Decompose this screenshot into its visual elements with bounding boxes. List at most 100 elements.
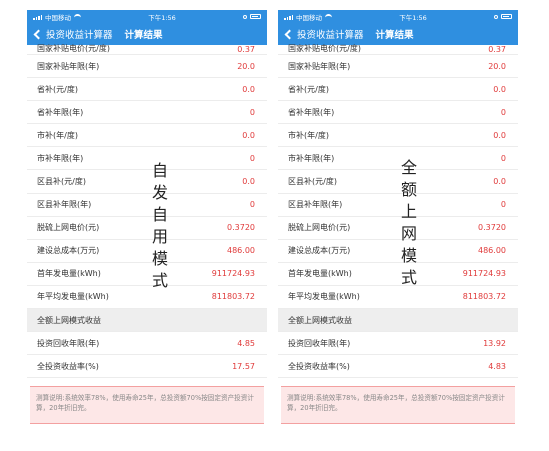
row-value: 0: [249, 200, 255, 210]
section-header: 全额上网模式收益: [27, 309, 267, 333]
row-value: 0.0: [493, 84, 506, 94]
row-label: 建设总成本(万元): [37, 246, 100, 256]
chevron-left-icon: [33, 29, 44, 39]
row-label: 年平均发电量(kWh): [288, 292, 360, 302]
row-value: 0.37: [488, 45, 506, 54]
calculation-note: 测算说明:系统效率78%，使用寿命25年，总投资额70%按固定资产投资计算，20…: [30, 386, 264, 425]
row-value: 13.92: [483, 338, 506, 348]
row-label: 全投资收益率(%): [37, 361, 99, 371]
row-label: 脱硫上网电价(元): [288, 223, 351, 233]
section-header: 全额上网模式收益: [278, 309, 518, 333]
back-label: 投资收益计算器: [297, 30, 364, 41]
result-row: 市补(年/度) 0.0: [27, 124, 267, 148]
back-button[interactable]: 投资收益计算器: [33, 27, 113, 41]
row-label: 首年发电量(kWh): [37, 269, 101, 279]
result-row: 首年发电量(kWh) 911724.93: [278, 262, 518, 286]
row-label: 市补(年/度): [288, 130, 329, 140]
result-row: 市补年限(年) 0: [27, 147, 267, 171]
row-value: 20.0: [488, 61, 506, 71]
back-button[interactable]: 投资收益计算器: [284, 27, 364, 41]
row-label: 国家补贴电价(元/度): [37, 44, 110, 53]
overlay-char: 用: [151, 227, 168, 246]
row-label: 投资回收年限(年): [288, 338, 351, 348]
result-row: 建设总成本(万元) 486.00: [278, 239, 518, 263]
row-label: 投资回收年限(年): [37, 338, 100, 348]
row-label: 脱硫上网电价(元): [37, 223, 100, 233]
overlay-label-full-grid-mode: 全 额 上 网 模 式: [399, 157, 419, 289]
result-row: 国家补贴年限(年) 20.0: [27, 55, 267, 79]
row-label: 首年发电量(kWh): [288, 269, 352, 279]
wifi-icon: [325, 14, 332, 19]
result-row: 区县补年限(年) 0: [27, 193, 267, 217]
result-row: 区县补年限(年) 0: [278, 193, 518, 217]
row-label: 市补(年/度): [37, 130, 78, 140]
row-label: 区县补(元/度): [288, 177, 337, 187]
overlay-char: 模: [400, 246, 417, 265]
wifi-icon: [74, 14, 81, 19]
overlay-char: 式: [400, 268, 417, 287]
result-row: 建设总成本(万元) 486.00: [27, 239, 267, 263]
row-value: 0: [500, 153, 506, 163]
overlay-char: 额: [400, 180, 417, 199]
location-icon: [242, 14, 247, 19]
row-value: 0.0: [493, 130, 506, 140]
row-value: 0: [500, 107, 506, 117]
overlay-char: 自: [151, 205, 168, 224]
row-value: 486.00: [227, 246, 255, 256]
row-value: 4.85: [237, 338, 255, 348]
row-label: 区县补年限(年): [37, 200, 92, 210]
result-row: 国家补贴电价(元/度) 0.37: [278, 44, 518, 55]
row-label: 市补年限(年): [288, 153, 335, 163]
result-row: 国家补贴电价(元/度) 0.37: [27, 44, 267, 55]
row-value: 0: [249, 107, 255, 117]
section-title: 全额上网模式收益: [37, 315, 101, 325]
row-value: 911724.93: [211, 269, 255, 279]
result-row: 脱硫上网电价(元) 0.3720: [278, 216, 518, 240]
row-label: 区县补年限(年): [288, 200, 343, 210]
carrier-label: 中国移动: [45, 13, 71, 22]
result-row: 省补(元/度) 0.0: [278, 78, 518, 102]
chevron-left-icon: [284, 29, 295, 39]
overlay-char: 模: [151, 249, 168, 268]
result-row: 年平均发电量(kWh) 811803.72: [278, 285, 518, 310]
row-value: 811803.72: [462, 292, 506, 302]
row-value: 4.83: [488, 361, 506, 371]
page-title: 计算结果: [124, 30, 163, 41]
row-value: 0.0: [242, 130, 255, 140]
result-row: 脱硫上网电价(元) 0.3720: [27, 216, 267, 240]
page-title: 计算结果: [375, 30, 414, 41]
row-label: 省补年限(年): [37, 107, 84, 117]
overlay-label-self-use-mode: 自 发 自 用 模 式: [150, 160, 170, 292]
row-label: 国家补贴年限(年): [288, 61, 351, 71]
row-label: 国家补贴年限(年): [37, 61, 100, 71]
row-value: 0.0: [242, 177, 255, 187]
overlay-char: 自: [151, 161, 168, 180]
row-value: 17.57: [232, 361, 255, 371]
calculation-note: 测算说明:系统效率78%，使用寿命25年，总投资额70%按固定资产投资计算，20…: [281, 386, 515, 425]
row-value: 0.0: [493, 177, 506, 187]
overlay-char: 发: [151, 183, 168, 202]
battery-icon: [249, 14, 261, 19]
location-icon: [493, 14, 498, 19]
row-value: 20.0: [237, 61, 255, 71]
result-row: 省补年限(年) 0: [278, 101, 518, 125]
row-label: 省补(元/度): [288, 84, 329, 94]
result-row: 年平均发电量(kWh) 811803.72: [27, 285, 267, 310]
status-time: 下午1:56: [148, 13, 176, 22]
result-list: 国家补贴电价(元/度) 0.37 国家补贴年限(年) 20.0 省补(元/度) 0.0…: [27, 44, 267, 425]
row-label: 省补(元/度): [37, 84, 78, 94]
row-label: 省补年限(年): [288, 107, 335, 117]
signal-icon: [284, 14, 293, 20]
result-row: 市补年限(年) 0: [278, 147, 518, 171]
row-label: 市补年限(年): [37, 153, 84, 163]
status-bar: 中国移动 下午1:56: [278, 10, 518, 23]
row-value: 911724.93: [462, 269, 506, 279]
row-label: 年平均发电量(kWh): [37, 292, 109, 302]
row-label: 区县补(元/度): [37, 177, 86, 187]
row-value: 0: [249, 153, 255, 163]
row-value: 486.00: [478, 246, 506, 256]
nav-bar: 投资收益计算器 计算结果: [278, 23, 518, 45]
section-title: 全额上网模式收益: [288, 315, 352, 325]
row-label: 全投资收益率(%): [288, 361, 350, 371]
status-bar: 中国移动 下午1:56: [27, 10, 267, 23]
